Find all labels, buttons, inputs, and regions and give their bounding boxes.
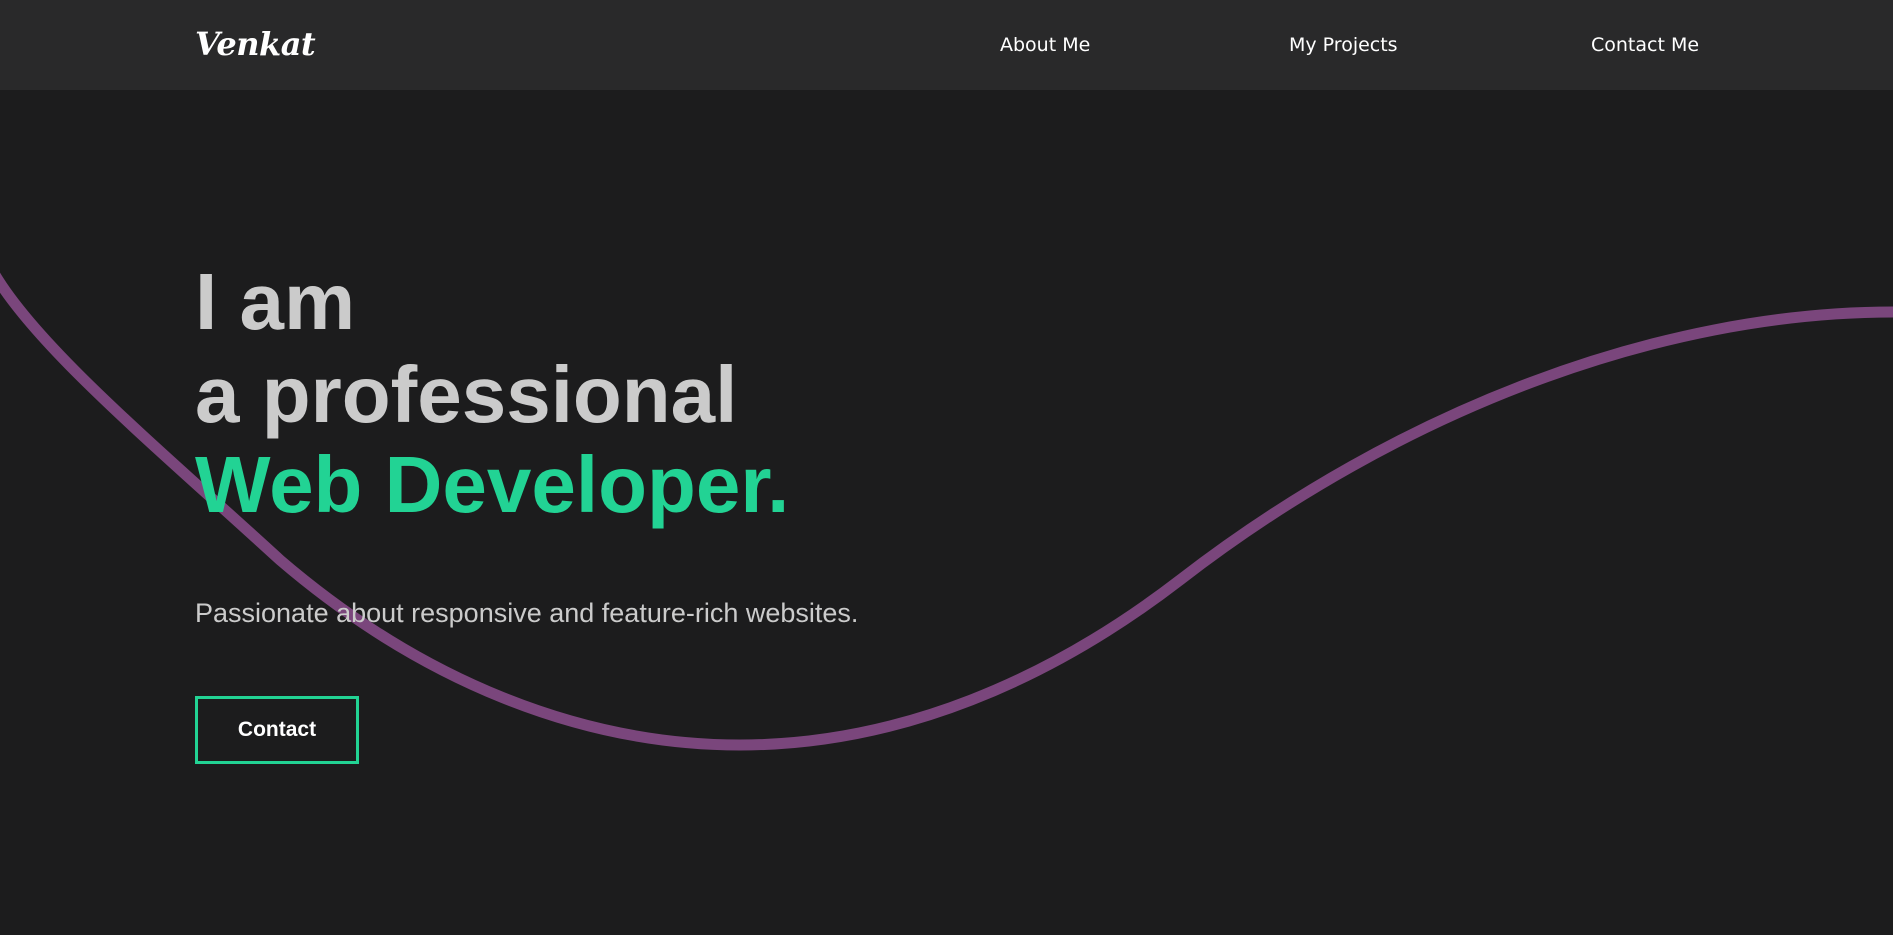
nav-contact-me[interactable]: Contact Me — [1591, 31, 1699, 59]
nav-my-projects[interactable]: My Projects — [1289, 31, 1398, 59]
hero-role-line: a professional — [195, 350, 738, 439]
hero-highlight: Web Developer. — [195, 440, 790, 529]
hero-tagline: Passionate about responsive and feature-… — [195, 598, 859, 628]
contact-button[interactable]: Contact — [195, 696, 359, 764]
site-logo[interactable]: Venkat — [195, 20, 316, 68]
nav-about-me[interactable]: About Me — [1000, 31, 1090, 59]
hero-intro-line: I am — [195, 257, 356, 346]
navbar: Venkat About Me My Projects Contact Me — [0, 0, 1893, 90]
